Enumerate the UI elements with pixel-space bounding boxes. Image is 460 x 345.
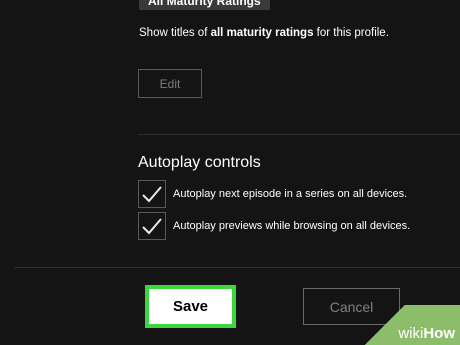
watermark-how: How (423, 325, 455, 342)
maturity-desc-suffix: for this profile. (313, 27, 389, 39)
maturity-desc-bold: all maturity ratings (210, 27, 314, 39)
autoplay-next-episode-option[interactable]: Autoplay next episode in a series on all… (138, 180, 407, 208)
edit-maturity-button[interactable]: Edit (138, 69, 202, 98)
checkmark-icon (142, 218, 162, 235)
watermark-wiki: wiki (398, 325, 424, 342)
footer-divider (14, 267, 460, 268)
autoplay-next-episode-label: Autoplay next episode in a series on all… (173, 188, 408, 200)
autoplay-section-title: Autoplay controls (138, 154, 261, 171)
autoplay-next-episode-checkbox[interactable] (138, 180, 166, 208)
wikihow-watermark: wikiHow (398, 325, 455, 342)
section-divider (138, 134, 460, 135)
autoplay-previews-option[interactable]: Autoplay previews while browsing on all … (138, 212, 410, 240)
autoplay-previews-label: Autoplay previews while browsing on all … (173, 220, 411, 232)
autoplay-previews-checkbox[interactable] (138, 212, 166, 240)
maturity-description: Show titles of all maturity ratings for … (139, 27, 389, 39)
checkmark-icon (142, 186, 162, 203)
maturity-rating-badge: All Maturity Ratings (139, 0, 270, 10)
save-button[interactable]: Save (145, 285, 236, 328)
maturity-desc-prefix: Show titles of (139, 27, 211, 39)
